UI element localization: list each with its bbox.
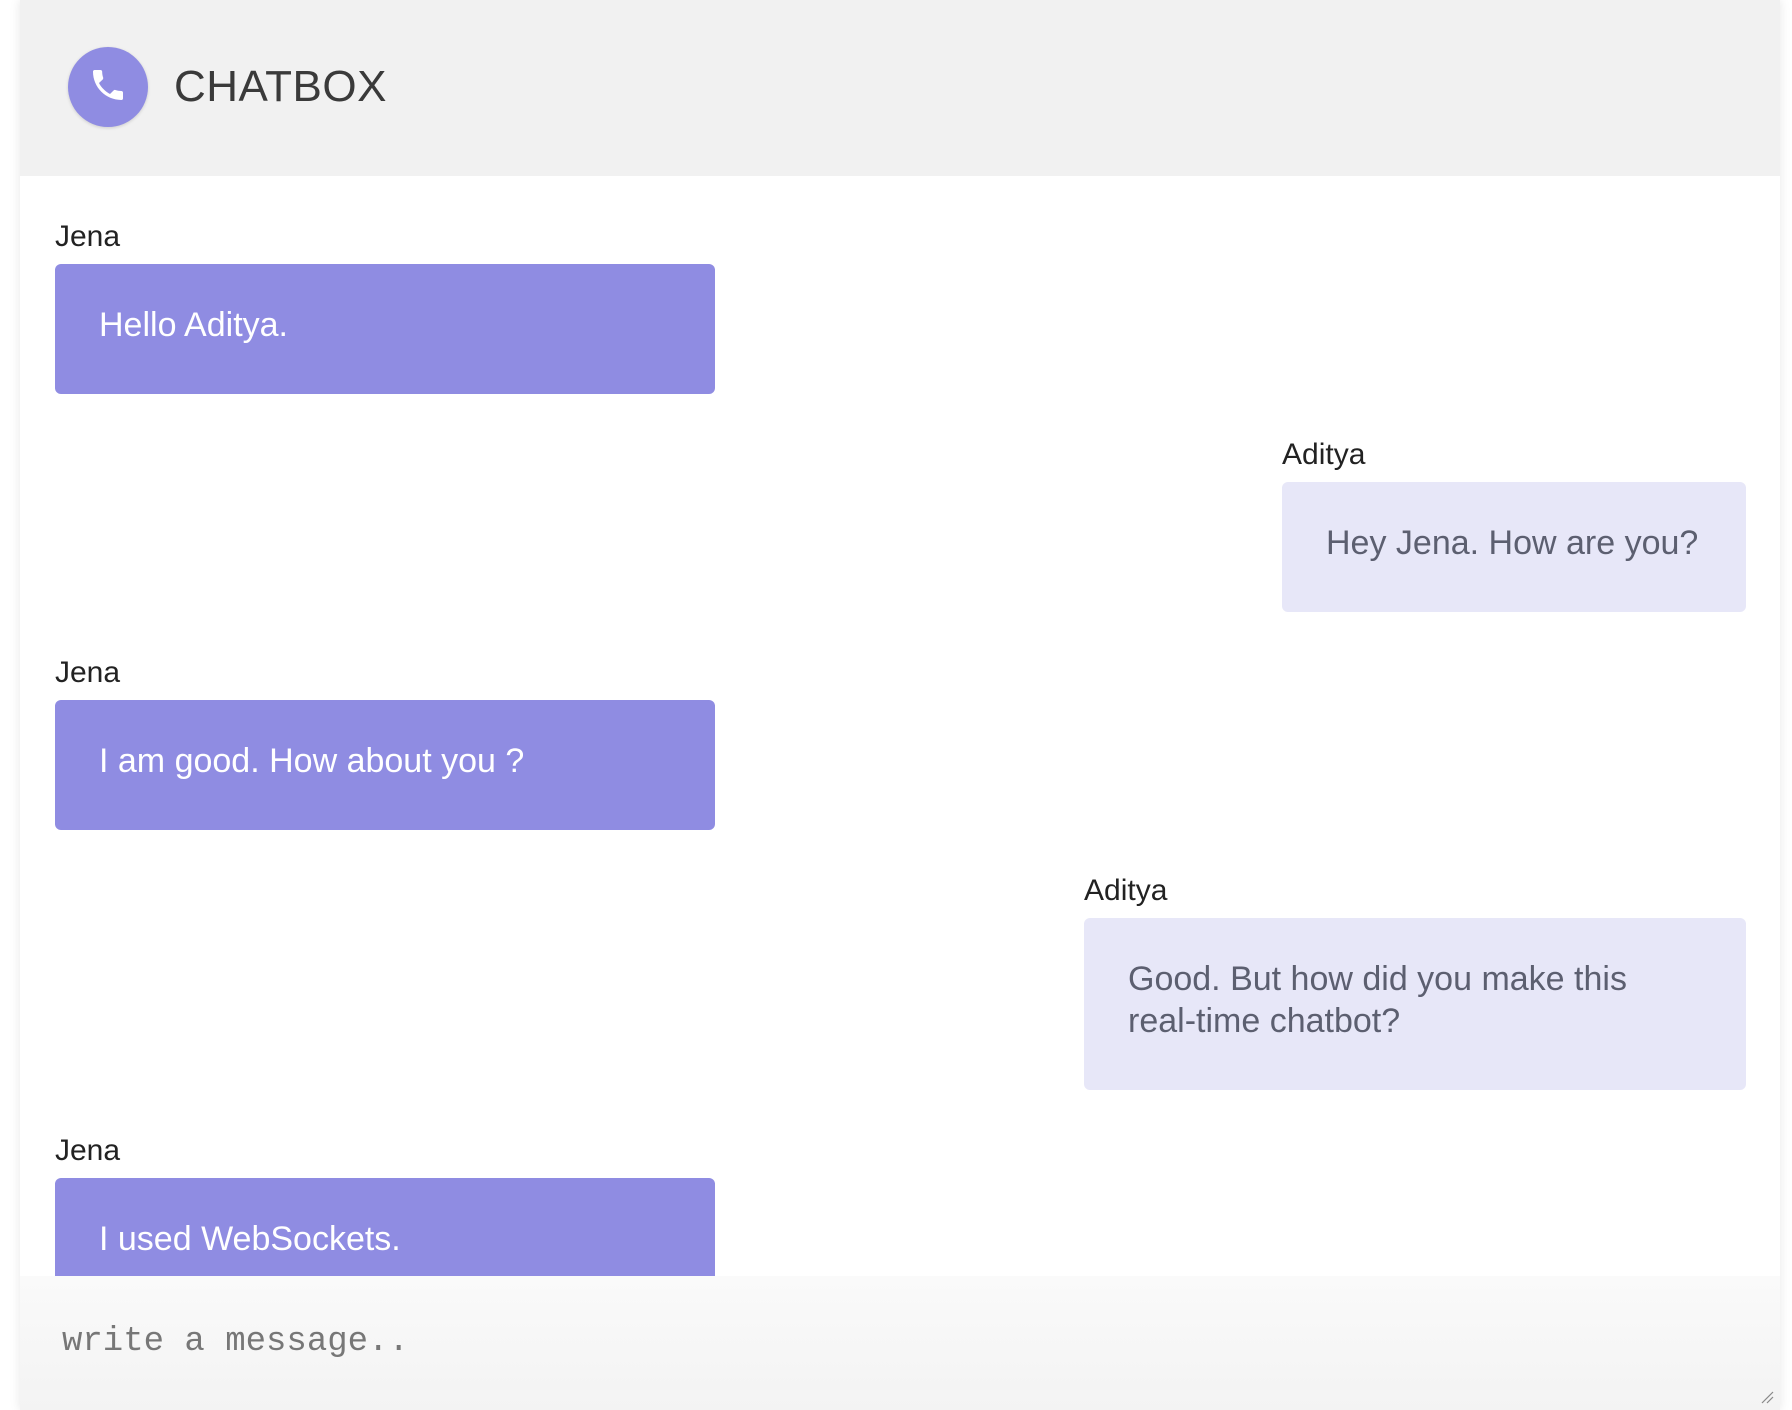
message-text: Good. But how did you make this real-tim…	[1128, 960, 1627, 1040]
sender-name: Aditya	[1282, 438, 1366, 471]
message-text: I am good. How about you ?	[99, 742, 525, 780]
message-item: Aditya Hey Jena. How are you?	[1282, 438, 1746, 612]
resize-handle-icon[interactable]	[1758, 1388, 1774, 1404]
sender-name: Jena	[55, 656, 121, 689]
call-button[interactable]	[68, 47, 148, 127]
message-bubble-incoming: I used WebSockets.	[55, 1178, 715, 1276]
message-item: Jena I used WebSockets.	[55, 1134, 715, 1276]
message-input[interactable]	[62, 1320, 1702, 1380]
chat-header: CHATBOX	[20, 0, 1780, 176]
message-composer	[20, 1276, 1780, 1410]
message-bubble-incoming: Hello Aditya.	[55, 264, 715, 394]
phone-icon	[88, 65, 128, 110]
message-text: I used WebSockets.	[99, 1220, 401, 1258]
page: CHATBOX Jena Hello Aditya. Aditya Hey Je…	[0, 0, 1792, 1410]
message-text: Hey Jena. How are you?	[1326, 524, 1699, 562]
chat-title: CHATBOX	[174, 62, 387, 111]
message-item: Jena Hello Aditya.	[55, 220, 715, 394]
sender-name: Jena	[55, 220, 121, 253]
sender-name: Jena	[55, 1134, 121, 1167]
message-bubble-incoming: I am good. How about you ?	[55, 700, 715, 830]
chatbox: CHATBOX Jena Hello Aditya. Aditya Hey Je…	[20, 0, 1780, 1410]
sender-name: Aditya	[1084, 874, 1168, 907]
message-bubble-outgoing: Hey Jena. How are you?	[1282, 482, 1746, 612]
message-bubble-outgoing: Good. But how did you make this real-tim…	[1084, 918, 1746, 1090]
message-list[interactable]: Jena Hello Aditya. Aditya Hey Jena. How …	[20, 176, 1780, 1276]
message-text: Hello Aditya.	[99, 306, 288, 344]
message-item: Aditya Good. But how did you make this r…	[1084, 874, 1746, 1090]
message-item: Jena I am good. How about you ?	[55, 656, 715, 830]
